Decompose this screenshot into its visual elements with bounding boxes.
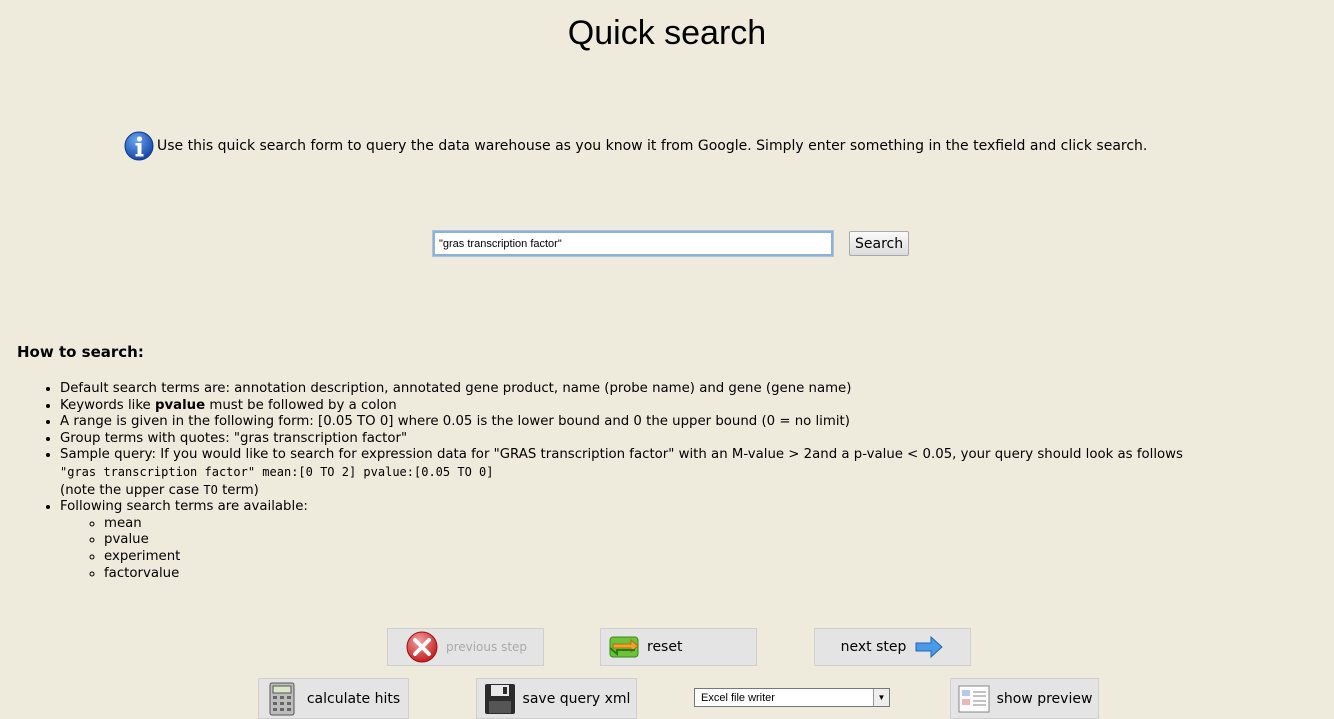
list-item-text: Following search terms are available:	[60, 499, 308, 515]
search-term: factorvalue	[104, 566, 1334, 583]
search-term: pvalue	[104, 532, 1334, 549]
list-item-text: Group terms with quotes: "gras transcrip…	[60, 430, 408, 446]
search-bar: Search	[432, 230, 910, 257]
preview-document-icon	[958, 685, 990, 712]
next-step-label: next step	[840, 639, 907, 655]
calculate-hits-button[interactable]: calculate hits	[258, 678, 409, 719]
search-button[interactable]: Search	[849, 231, 910, 256]
next-step-button[interactable]: next step	[814, 628, 971, 666]
search-input[interactable]	[432, 230, 834, 257]
list-item: Default search terms are: annotation des…	[60, 381, 1334, 398]
note-code: TO	[203, 482, 218, 497]
list-item: Group terms with quotes: "gras transcrip…	[60, 431, 1334, 448]
page-title: Quick search	[567, 14, 767, 52]
show-preview-button[interactable]: show preview	[950, 678, 1099, 719]
list-item-text: Default search terms are: annotation des…	[60, 381, 852, 396]
save-query-xml-label: save query xml	[522, 690, 631, 707]
keyword-bold: pvalue	[154, 397, 206, 413]
note-text: term)	[217, 482, 259, 498]
info-icon	[124, 131, 154, 161]
howto-list: Default search terms are: annotation des…	[44, 381, 1334, 582]
refresh-icon	[609, 636, 639, 658]
show-preview-label: show preview	[996, 690, 1093, 707]
note-text: (note the upper case	[60, 482, 204, 498]
search-terms-list: mean pvalue experiment factorvalue	[60, 516, 1334, 582]
list-item: A range is given in the following form: …	[60, 414, 1334, 431]
arrow-right-icon	[915, 635, 944, 659]
list-item-text: Keywords like	[60, 397, 155, 413]
previous-step-button[interactable]: previous step	[387, 628, 544, 666]
info-text: Use this quick search form to query the …	[157, 138, 1148, 154]
list-item-text: A range is given in the following form: …	[60, 414, 850, 430]
list-item-text: Sample query: If you would like to searc…	[60, 447, 1183, 463]
list-item: Sample query: If you would like to searc…	[60, 447, 1334, 499]
calculate-hits-label: calculate hits	[306, 690, 401, 707]
floppy-disk-icon	[484, 683, 515, 714]
writer-select[interactable]: Excel file writer ▼	[694, 688, 890, 707]
save-query-xml-button[interactable]: save query xml	[476, 678, 637, 719]
cancel-icon	[406, 631, 438, 663]
howto-heading: How to search:	[17, 343, 144, 361]
list-item: Following search terms are available: me…	[60, 499, 1334, 582]
info-message: Use this quick search form to query the …	[124, 131, 1147, 161]
calculator-icon	[269, 682, 295, 715]
list-item: Keywords like pvalue must be followed by…	[60, 398, 1334, 415]
reset-label: reset	[647, 639, 683, 655]
search-term: mean	[104, 516, 1334, 533]
list-item-text: must be followed by a colon	[205, 397, 397, 413]
reset-button[interactable]: reset	[600, 628, 757, 666]
sample-query-code: "gras transcription factor" mean:[0 TO 2…	[60, 464, 494, 479]
previous-step-label: previous step	[445, 640, 528, 654]
chevron-down-icon: ▼	[873, 689, 889, 706]
writer-select-value: Excel file writer	[701, 691, 775, 704]
search-term: experiment	[104, 549, 1334, 566]
